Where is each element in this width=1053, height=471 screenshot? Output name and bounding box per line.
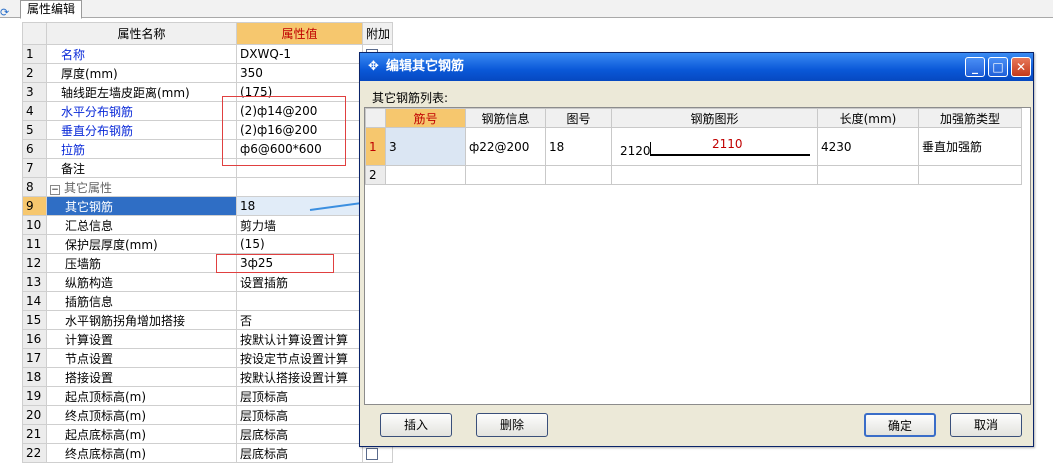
dialog-title: 编辑其它钢筋 [386,59,465,74]
col-figure-no-header[interactable]: 图号 [545,108,612,128]
col-reinforce-type-header[interactable]: 加强筋类型 [918,108,1022,128]
reinforce-type-cell[interactable] [918,165,1022,185]
edit-other-rebar-dialog: ✥ 编辑其它钢筋 _ □ ✕ 其它钢筋列表: 筋号 钢筋信息 图号 钢筋图形 长… [359,52,1034,447]
delete-button[interactable]: 删除 [476,413,548,437]
minimize-button[interactable]: _ [965,57,985,77]
rebar-list-label: 其它钢筋列表: [372,91,449,105]
figure-no-cell[interactable]: 18 [545,127,612,166]
bar-info-cell[interactable] [465,165,546,185]
length-cell[interactable]: 4230 [817,127,919,166]
dialog-titlebar[interactable]: ✥ 编辑其它钢筋 _ □ ✕ [360,53,1033,81]
bar-info-cell[interactable]: ф22@200 [465,127,546,166]
rebar-row[interactable]: 2 [365,165,1022,185]
close-button[interactable]: ✕ [1011,57,1031,77]
bar-no-cell[interactable]: 3 [385,127,466,166]
bar-shape-cell[interactable] [611,165,818,185]
bar-no-cell[interactable] [385,165,466,185]
cancel-button[interactable]: 取消 [950,413,1022,437]
col-bar-no-header[interactable]: 筋号 [385,108,466,128]
ok-button[interactable]: 确定 [864,413,936,437]
shape-main-dimension[interactable]: 2110 [712,137,743,151]
rebar-rownum-header [365,108,386,128]
rebar-list-panel: 筋号 钢筋信息 图号 钢筋图形 长度(mm) 加强筋类型 1 3 ф22@200… [364,107,1031,405]
figure-no-cell[interactable] [545,165,612,185]
shape-left-dimension[interactable]: 2120 [620,144,651,158]
col-bar-info-header[interactable]: 钢筋信息 [465,108,546,128]
reinforce-type-cell[interactable]: 垂直加强筋 [918,127,1022,166]
col-bar-shape-header[interactable]: 钢筋图形 [611,108,818,128]
rebar-table: 筋号 钢筋信息 图号 钢筋图形 长度(mm) 加强筋类型 1 3 ф22@200… [365,108,1022,185]
rebar-row-number: 1 [365,127,386,166]
bar-shape-cell[interactable]: 2120 2110 [611,127,818,166]
move-icon: ✥ [368,59,379,74]
col-length-header[interactable]: 长度(mm) [817,108,919,128]
rebar-header-row: 筋号 钢筋信息 图号 钢筋图形 长度(mm) 加强筋类型 [365,108,1022,128]
insert-button[interactable]: 插入 [380,413,452,437]
maximize-button[interactable]: □ [988,57,1008,77]
rebar-row-number: 2 [365,165,386,185]
rebar-row[interactable]: 1 3 ф22@200 18 2120 2110 4230 垂直加强筋 [365,127,1022,166]
length-cell[interactable] [817,165,919,185]
app-window: ⟳ 属性编辑 属性名称 属性值 附加 1 名称 DXWQ-1 2 厚度(mm) … [0,0,1053,471]
